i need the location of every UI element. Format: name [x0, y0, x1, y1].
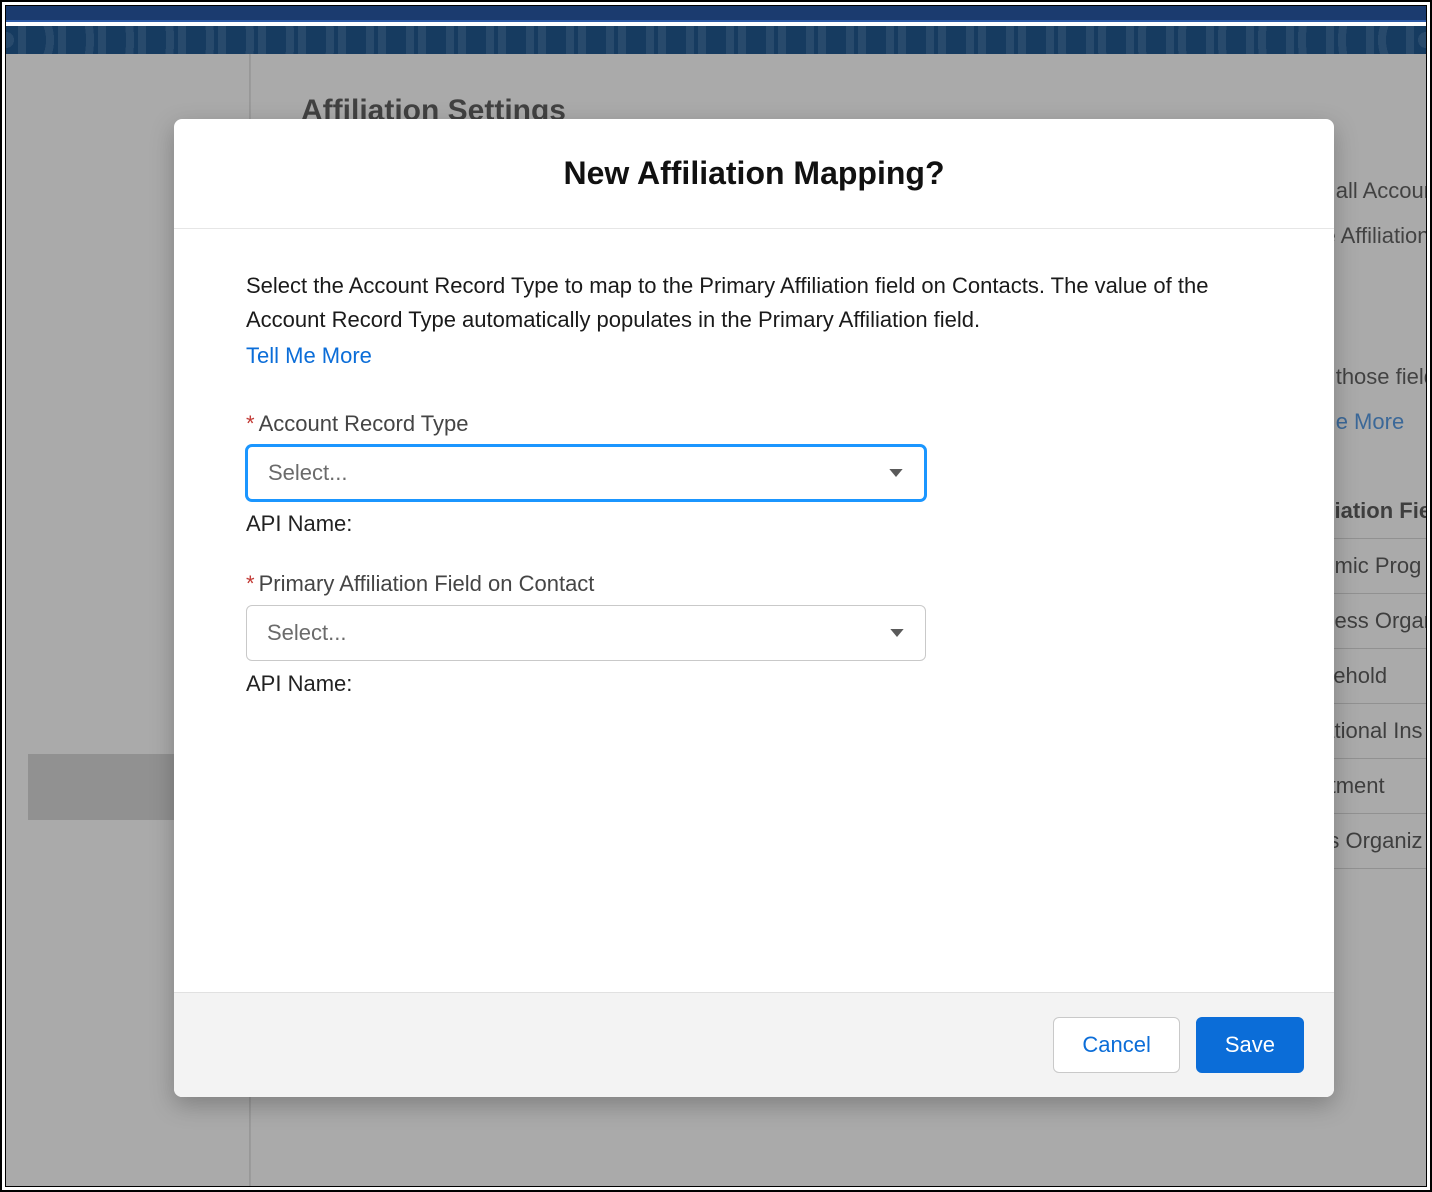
- chevron-down-icon: [888, 465, 904, 481]
- label-text: Account Record Type: [259, 411, 469, 436]
- new-affiliation-mapping-modal: New Affiliation Mapping? Select the Acco…: [174, 119, 1334, 1097]
- tell-me-more-link[interactable]: Tell Me More: [246, 343, 372, 369]
- save-button[interactable]: Save: [1196, 1017, 1304, 1073]
- form-group-account-record-type: *Account Record Type Select... API Name:: [246, 411, 1262, 537]
- cancel-button[interactable]: Cancel: [1053, 1017, 1179, 1073]
- modal-help-text: Select the Account Record Type to map to…: [246, 269, 1262, 337]
- form-group-primary-affiliation-field: *Primary Affiliation Field on Contact Se…: [246, 571, 1262, 697]
- modal-title: New Affiliation Mapping?: [194, 155, 1314, 192]
- api-name-label: API Name:: [246, 511, 1262, 537]
- chevron-down-icon: [889, 625, 905, 641]
- modal-footer: Cancel Save: [174, 992, 1334, 1097]
- required-indicator-icon: *: [246, 411, 255, 436]
- api-name-label: API Name:: [246, 671, 1262, 697]
- account-record-type-select[interactable]: Select...: [246, 445, 926, 501]
- select-placeholder: Select...: [267, 620, 346, 646]
- modal-body: Select the Account Record Type to map to…: [174, 229, 1334, 992]
- label-account-record-type: *Account Record Type: [246, 411, 1262, 437]
- required-indicator-icon: *: [246, 571, 255, 596]
- select-placeholder: Select...: [268, 460, 347, 486]
- modal-header: New Affiliation Mapping?: [174, 119, 1334, 229]
- label-text: Primary Affiliation Field on Contact: [259, 571, 595, 596]
- label-primary-affiliation-field: *Primary Affiliation Field on Contact: [246, 571, 1262, 597]
- primary-affiliation-field-select[interactable]: Select...: [246, 605, 926, 661]
